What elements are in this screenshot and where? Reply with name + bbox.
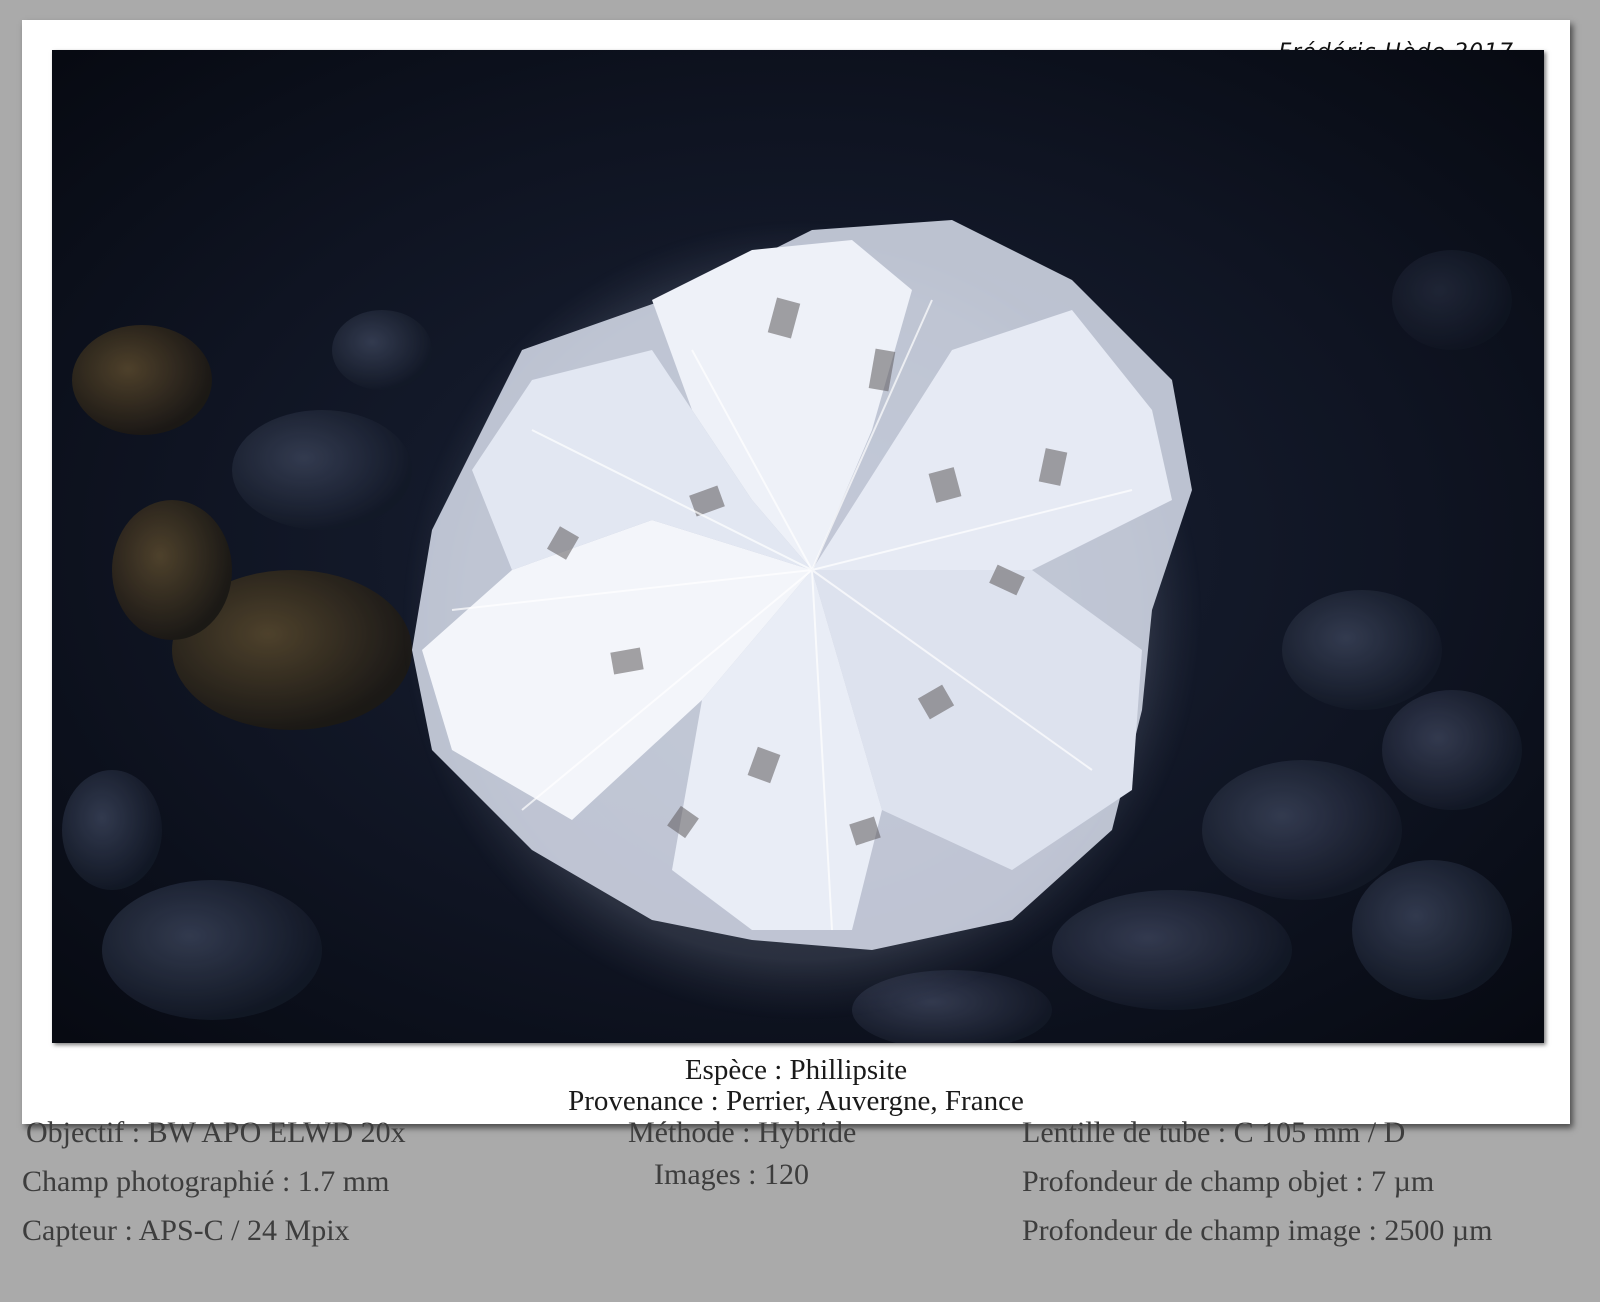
spec-field: Champ photographié : 1.7 mm — [22, 1165, 390, 1198]
species-caption: Espèce : Phillipsite — [684, 1054, 908, 1086]
spec-objective: Objectif : BW APO ELWD 20x — [26, 1116, 406, 1149]
spec-image-dof: Profondeur de champ image : 2500 µm — [1022, 1214, 1493, 1247]
spec-method: Méthode : Hybride — [628, 1116, 857, 1149]
photo-card: Frédéric Hède 2017 — [22, 20, 1570, 1124]
origin-caption: Provenance : Perrier, Auvergne, France — [568, 1085, 1024, 1117]
spec-images: Images : 120 — [654, 1158, 809, 1191]
crystal-image — [52, 50, 1544, 1043]
spec-object-dof: Profondeur de champ objet : 7 µm — [1022, 1165, 1435, 1198]
spec-tube-lens: Lentille de tube : C 105 mm / D — [1022, 1116, 1406, 1149]
mineral-photograph — [52, 50, 1544, 1043]
spec-sensor: Capteur : APS-C / 24 Mpix — [22, 1214, 350, 1247]
